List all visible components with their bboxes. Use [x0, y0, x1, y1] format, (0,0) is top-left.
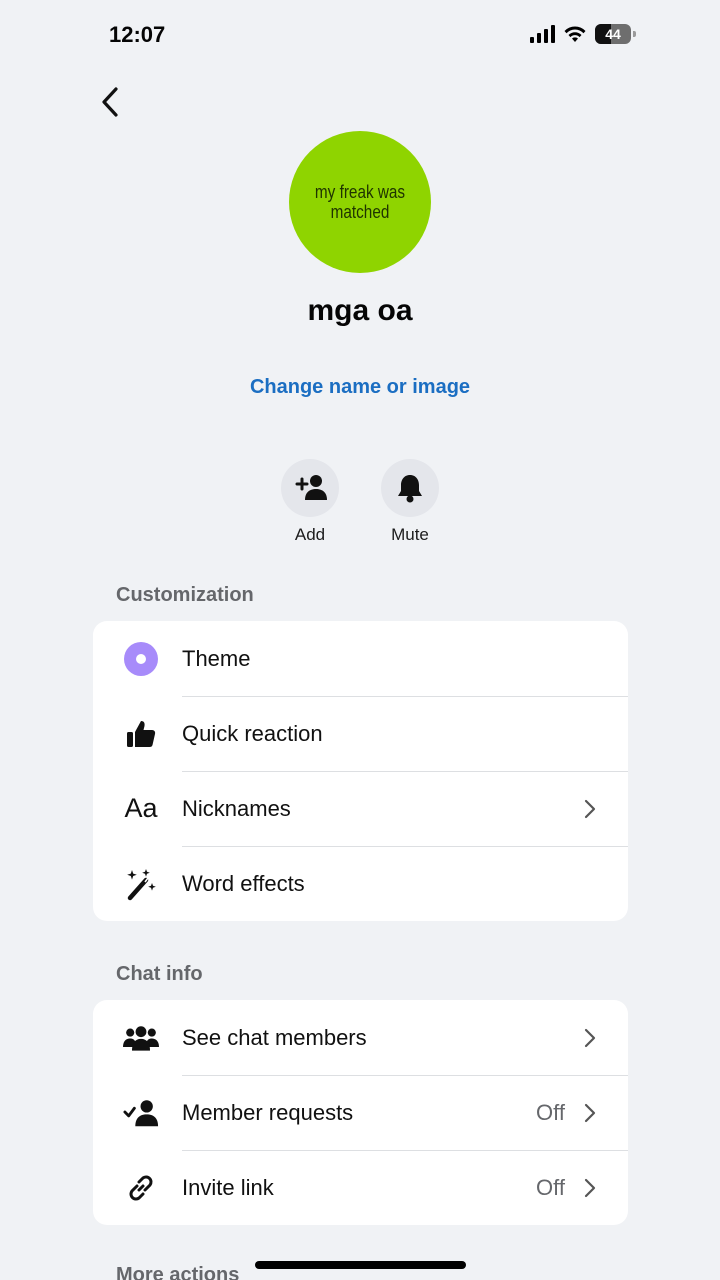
cellular-signal-icon	[530, 25, 555, 43]
chat-info-card: See chat members Member requests Off Inv…	[93, 1000, 628, 1225]
status-time: 12:07	[109, 22, 166, 47]
invite-link-label: Invite link	[182, 1174, 274, 1200]
theme-label: Theme	[182, 645, 251, 671]
chevron-right-icon	[584, 1103, 596, 1122]
word-effects-label: Word effects	[182, 870, 305, 896]
nicknames-icon-text: Aa	[124, 793, 158, 823]
quick-reaction-label: Quick reaction	[182, 720, 323, 746]
bell-icon	[398, 475, 422, 503]
change-name-or-image-link[interactable]: Change name or image	[0, 376, 720, 399]
chevron-right-icon	[584, 799, 596, 818]
chevron-right-icon	[584, 1178, 596, 1197]
status-icons: 44	[530, 24, 636, 44]
group-name: mga oa	[307, 294, 413, 327]
battery-icon: 44	[595, 24, 636, 44]
theme-row[interactable]: Theme	[93, 621, 628, 696]
battery-percent: 44	[605, 26, 621, 42]
member-requests-value: Off	[536, 1099, 565, 1125]
nicknames-label: Nicknames	[182, 795, 291, 821]
add-button[interactable]: Add	[280, 459, 340, 545]
word-effects-row[interactable]: Word effects	[93, 846, 628, 921]
add-button-circle	[281, 459, 339, 517]
status-bar: 12:07 44	[0, 0, 720, 70]
link-icon	[123, 1170, 159, 1206]
add-person-icon	[295, 475, 327, 500]
invite-link-value: Off	[536, 1174, 565, 1200]
member-check-icon	[123, 1095, 159, 1131]
add-label: Add	[294, 525, 326, 544]
group-avatar: my freak was matched	[289, 131, 431, 273]
customization-section-title: Customization	[116, 584, 254, 606]
member-requests-label: Member requests	[182, 1099, 354, 1125]
mute-label: Mute	[391, 525, 429, 544]
see-chat-members-label: See chat members	[182, 1024, 367, 1050]
theme-icon	[123, 641, 159, 677]
avatar-text: my freak was matched	[314, 182, 406, 222]
people-icon	[123, 1020, 159, 1056]
customization-card: Theme Quick reaction Aa Nicknames Word e…	[93, 621, 628, 921]
wifi-icon	[564, 26, 586, 42]
magic-wand-icon	[123, 866, 159, 902]
back-button[interactable]	[90, 80, 130, 124]
home-indicator	[255, 1261, 466, 1269]
mute-button-circle	[381, 459, 439, 517]
invite-link-row[interactable]: Invite link Off	[93, 1150, 628, 1225]
member-requests-row[interactable]: Member requests Off	[93, 1075, 628, 1150]
chevron-left-icon	[102, 87, 118, 117]
see-chat-members-row[interactable]: See chat members	[93, 1000, 628, 1075]
nicknames-icon: Aa	[123, 791, 159, 827]
chevron-right-icon	[584, 1028, 596, 1047]
nicknames-row[interactable]: Aa Nicknames	[93, 771, 628, 846]
quick-reaction-row[interactable]: Quick reaction	[93, 696, 628, 771]
chat-info-section-title: Chat info	[116, 963, 203, 985]
more-actions-section-title: More actions	[116, 1264, 240, 1280]
mute-button[interactable]: Mute	[380, 459, 440, 545]
thumbs-up-icon	[123, 716, 159, 752]
